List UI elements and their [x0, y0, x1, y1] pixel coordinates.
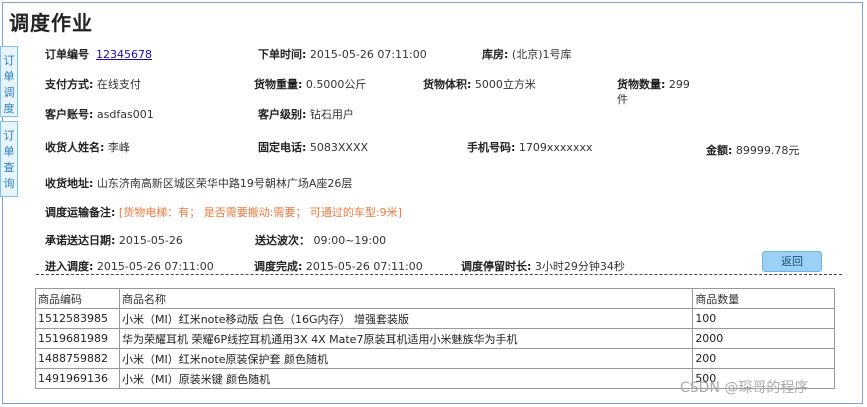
cell-name: 小米（MI）原装米键 颜色随机 [118, 368, 694, 389]
warehouse-value: (北京)1号库 [511, 48, 572, 61]
watermark: CSDN @琛哥的程序 [680, 380, 809, 396]
enter-dispatch-value: 2015-05-26 07:11:00 [96, 260, 214, 273]
promise-date-field: 承诺送达日期: 2015-05-26 [45, 234, 183, 248]
stay-value: 3小时29分钟34秒 [534, 260, 625, 273]
amount-value: 89999.78元 [735, 144, 800, 157]
weight-label: 货物重量: [254, 78, 303, 91]
enter-dispatch-label: 进入调度: [45, 260, 94, 273]
tab-char: 询 [3, 177, 15, 190]
dispatch-done-field: 调度完成: 2015-05-26 07:11:00 [254, 260, 423, 274]
tab-char: 度 [3, 102, 15, 115]
receiver-label: 收货人姓名: [45, 141, 105, 154]
remark-label: 调度运输备注: [45, 206, 116, 219]
quantity-unit: 件 [617, 93, 628, 106]
cell-code: 1519681989 [35, 328, 120, 349]
cell-code: 1491969136 [35, 368, 120, 389]
payment-field: 支付方式: 在线支付 [45, 78, 141, 92]
quantity-field: 货物数量: 299 [617, 78, 690, 92]
cell-code: 1512583985 [35, 308, 120, 329]
level-field: 客户级别: 钻石用户 [258, 108, 354, 122]
remark-value: [货物电梯：有； 是否需要搬动:需要； 可通过的车型:9米] [118, 206, 402, 219]
order-time-field: 下单时间: 2015-05-26 07:11:00 [258, 48, 427, 62]
table-header-row: 商品编码 商品名称 商品数量 [35, 288, 835, 309]
order-no-field: 订单编号 12345678 [45, 48, 152, 62]
back-button[interactable]: 返回 [762, 251, 822, 272]
cell-qty: 100 [692, 308, 835, 329]
tab-char: 查 [3, 161, 15, 174]
account-field: 客户账号: asdfas001 [45, 108, 154, 122]
stay-label: 调度停留时长: [461, 260, 532, 273]
address-field: 收货地址: 山东济南高新区城区荣华中路19号朝林广场A座26层 [45, 177, 352, 191]
tab-char: 调 [3, 86, 15, 99]
cell-name: 小米（MI）红米note原装保护套 颜色随机 [118, 348, 694, 369]
table-row: 1512583985 小米（MI）红米note移动版 白色（16G内存） 增强套… [35, 308, 835, 329]
wave-label: 送达波次： [255, 234, 310, 247]
cell-code: 1488759882 [35, 348, 120, 369]
mobile-value: 1709xxxxxxx [518, 141, 593, 154]
dispatch-done-value: 2015-05-26 07:11:00 [305, 260, 423, 273]
remark-field: 调度运输备注: [货物电梯：有； 是否需要搬动:需要； 可通过的车型:9米] [45, 206, 402, 220]
order-no-label: 订单编号 [45, 48, 89, 61]
stay-field: 调度停留时长: 3小时29分钟34秒 [461, 260, 625, 274]
volume-field: 货物体积: 5000立方米 [423, 78, 536, 92]
tab-order-query[interactable]: 订 单 查 询 [0, 121, 18, 197]
cell-name: 华为荣耀耳机 荣耀6P线控耳机通用3X 4X Mate7原装耳机适用小米魅族华为… [118, 328, 694, 349]
phone-value: 5083XXXX [309, 141, 369, 154]
tab-char: 单 [3, 145, 15, 158]
weight-field: 货物重量: 0.5000公斤 [254, 78, 366, 92]
account-value: asdfas001 [96, 108, 154, 121]
address-value: 山东济南高新区城区荣华中路19号朝林广场A座26层 [96, 177, 353, 190]
level-label: 客户级别: [258, 108, 307, 121]
order-time-value: 2015-05-26 07:11:00 [309, 48, 427, 61]
phone-label: 固定电话: [258, 141, 307, 154]
tab-char: 订 [3, 129, 15, 142]
tab-char: 单 [3, 70, 15, 83]
account-label: 客户账号: [45, 108, 94, 121]
dispatch-done-label: 调度完成: [254, 260, 303, 273]
warehouse-field: 库房: (北京)1号库 [482, 48, 572, 62]
receiver-field: 收货人姓名: 李峰 [45, 141, 130, 155]
quantity-label: 货物数量: [617, 78, 666, 91]
table-row: 1488759882 小米（MI）红米note原装保护套 颜色随机 200 [35, 348, 835, 369]
volume-value: 5000立方米 [474, 78, 536, 91]
weight-value: 0.5000公斤 [305, 78, 367, 91]
page-title: 调度作业 [9, 11, 93, 35]
cell-name: 小米（MI）红米note移动版 白色（16G内存） 增强套装版 [118, 308, 694, 329]
enter-dispatch-field: 进入调度: 2015-05-26 07:11:00 [45, 260, 214, 274]
volume-label: 货物体积: [423, 78, 472, 91]
cell-qty: 200 [692, 348, 835, 369]
tab-char: 订 [3, 54, 15, 67]
wave-field: 送达波次： 09:00~19:00 [255, 234, 386, 248]
promise-date-value: 2015-05-26 [118, 234, 183, 247]
payment-value: 在线支付 [96, 78, 141, 91]
col-header-name: 商品名称 [118, 288, 694, 309]
order-no-link[interactable]: 12345678 [96, 48, 152, 61]
amount-field: 金额: 89999.78元 [706, 144, 799, 158]
payment-label: 支付方式: [45, 78, 94, 91]
table-row: 1519681989 华为荣耀耳机 荣耀6P线控耳机通用3X 4X Mate7原… [35, 328, 835, 349]
warehouse-label: 库房: [482, 48, 509, 61]
col-header-qty: 商品数量 [692, 288, 835, 309]
receiver-value: 李峰 [107, 141, 130, 154]
level-value: 钻石用户 [309, 108, 354, 121]
quantity-value: 299 [668, 78, 690, 91]
mobile-label: 手机号码: [467, 141, 516, 154]
mobile-field: 手机号码: 1709xxxxxxx [467, 141, 592, 155]
col-header-code: 商品编码 [35, 288, 120, 309]
amount-label: 金额: [706, 144, 733, 157]
promise-date-label: 承诺送达日期: [45, 234, 116, 247]
address-label: 收货地址: [45, 177, 94, 190]
phone-field: 固定电话: 5083XXXX [258, 141, 368, 155]
order-time-label: 下单时间: [258, 48, 307, 61]
tab-order-dispatch[interactable]: 订 单 调 度 [0, 46, 18, 117]
cell-qty: 2000 [692, 328, 835, 349]
goods-table: 商品编码 商品名称 商品数量 1512583985 小米（MI）红米note移动… [35, 288, 835, 389]
divider [36, 274, 842, 275]
wave-value: 09:00~19:00 [313, 234, 387, 247]
quantity-unit-field: 件 [617, 93, 628, 107]
